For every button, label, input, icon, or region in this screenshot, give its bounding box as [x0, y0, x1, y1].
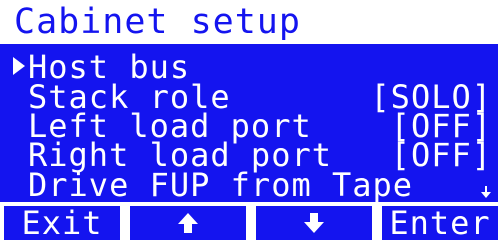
scroll-down-arrow-icon — [481, 186, 491, 198]
menu-item-drive-fup-from-tape[interactable]: Drive FUP from Tape — [10, 166, 496, 204]
exit-button[interactable]: Exit — [4, 206, 120, 240]
down-arrow-icon — [304, 213, 324, 233]
softkey-bar: Exit Enter — [0, 202, 498, 244]
up-arrow-icon — [178, 213, 198, 233]
exit-button-label: Exit — [21, 204, 103, 242]
up-button[interactable] — [130, 206, 246, 240]
lcd-screen: Cabinet setup Host bus Stack role [SOLO]… — [0, 0, 498, 244]
enter-button-label: Enter — [389, 204, 491, 242]
enter-button[interactable]: Enter — [382, 206, 498, 240]
menu-item-label: Drive FUP from Tape — [28, 166, 414, 204]
selection-triangle-icon — [13, 57, 25, 75]
down-button[interactable] — [256, 206, 372, 240]
screen-title: Cabinet setup — [14, 2, 301, 42]
title-bar: Cabinet setup — [0, 0, 498, 44]
menu-list: Host bus Stack role [SOLO] Left load por… — [0, 50, 498, 204]
